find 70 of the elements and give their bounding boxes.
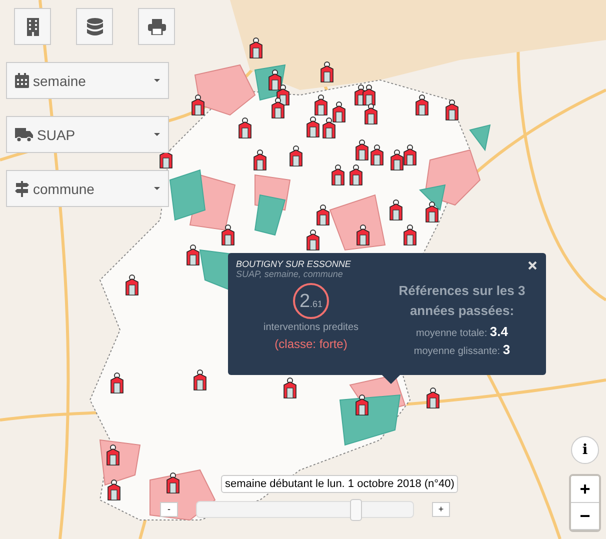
fire-station-icon[interactable] [322, 117, 336, 139]
filter-dropdown[interactable]: semaine [6, 62, 169, 99]
caret-icon [154, 133, 160, 136]
fire-station-icon[interactable] [331, 164, 345, 186]
fire-station-icon[interactable] [191, 94, 205, 116]
fire-station-icon[interactable] [186, 244, 200, 266]
building-button[interactable] [14, 8, 51, 45]
fire-station-icon[interactable] [415, 94, 429, 116]
fire-station-icon[interactable] [356, 224, 370, 246]
references-title: Références sur les 3 années passées: [398, 282, 526, 320]
prediction-ring: 2.61 [293, 283, 329, 319]
week-slider[interactable] [196, 501, 414, 518]
calendar-icon [15, 73, 29, 88]
fire-station-icon[interactable] [355, 394, 369, 416]
slider-thumb[interactable] [350, 499, 362, 521]
fire-station-icon[interactable] [364, 103, 378, 125]
print-button[interactable] [138, 8, 175, 45]
fire-station-icon[interactable] [390, 149, 404, 171]
filter-dropdown[interactable]: commune [6, 170, 169, 207]
fire-station-icon[interactable] [306, 229, 320, 251]
week-label: semaine débutant le lun. 1 octobre 2018 (n°40) [221, 475, 458, 493]
previous-week-button[interactable]: - [160, 502, 178, 517]
class-label: (classe: forte) [274, 337, 348, 351]
fire-station-icon[interactable] [249, 37, 263, 59]
close-icon[interactable] [528, 261, 537, 270]
fire-station-icon[interactable] [314, 94, 328, 116]
printer-icon [148, 18, 166, 34]
fire-station-icon[interactable] [106, 444, 120, 466]
fire-station-icon[interactable] [316, 204, 330, 226]
fire-station-icon[interactable] [193, 369, 207, 391]
fire-station-icon[interactable] [426, 387, 440, 409]
fire-station-icon[interactable] [271, 97, 285, 119]
signpost-icon [15, 180, 29, 196]
popup-title: BOUTIGNY SUR ESSONNE [236, 259, 351, 269]
fire-station-icon[interactable] [355, 139, 369, 161]
fire-station-icon[interactable] [332, 101, 346, 123]
next-week-button[interactable]: + [432, 502, 450, 517]
fire-station-icon[interactable] [221, 224, 235, 246]
fire-station-icon[interactable] [306, 116, 320, 138]
fire-station-icon[interactable] [253, 149, 267, 171]
fire-station-icon[interactable] [349, 164, 363, 186]
database-button[interactable] [76, 8, 113, 45]
prediction-label: interventions predites [263, 322, 359, 333]
fire-station-icon[interactable] [166, 472, 180, 494]
fire-station-icon[interactable] [283, 377, 297, 399]
truck-icon [15, 128, 33, 142]
fire-station-icon[interactable] [268, 69, 282, 91]
fire-station-icon[interactable] [389, 199, 403, 221]
fire-station-icon[interactable] [445, 99, 459, 121]
fire-station-icon[interactable] [403, 224, 417, 246]
database-icon [86, 18, 102, 36]
fire-station-icon[interactable] [362, 84, 376, 106]
caret-icon [154, 79, 160, 82]
building-icon [26, 18, 40, 36]
popup-subtitle: SUAP, semaine, commune [236, 269, 343, 279]
filter-dropdown[interactable]: SUAP [6, 116, 169, 153]
reference-line: moyenne glissante: 3 [414, 342, 510, 357]
fire-station-icon[interactable] [403, 144, 417, 166]
fire-station-icon[interactable] [110, 372, 124, 394]
reference-line: moyenne totale: 3.4 [416, 324, 508, 339]
fire-station-icon[interactable] [107, 479, 121, 501]
fire-station-icon[interactable] [125, 274, 139, 296]
zoom-in-button[interactable]: + [571, 476, 599, 503]
fire-station-icon[interactable] [370, 144, 384, 166]
fire-station-icon[interactable] [289, 145, 303, 167]
fire-station-icon[interactable] [320, 61, 334, 83]
fire-station-icon[interactable] [238, 117, 252, 139]
caret-icon [154, 187, 160, 190]
zoom-out-button[interactable]: − [571, 503, 599, 530]
fire-station-icon[interactable] [425, 201, 439, 223]
